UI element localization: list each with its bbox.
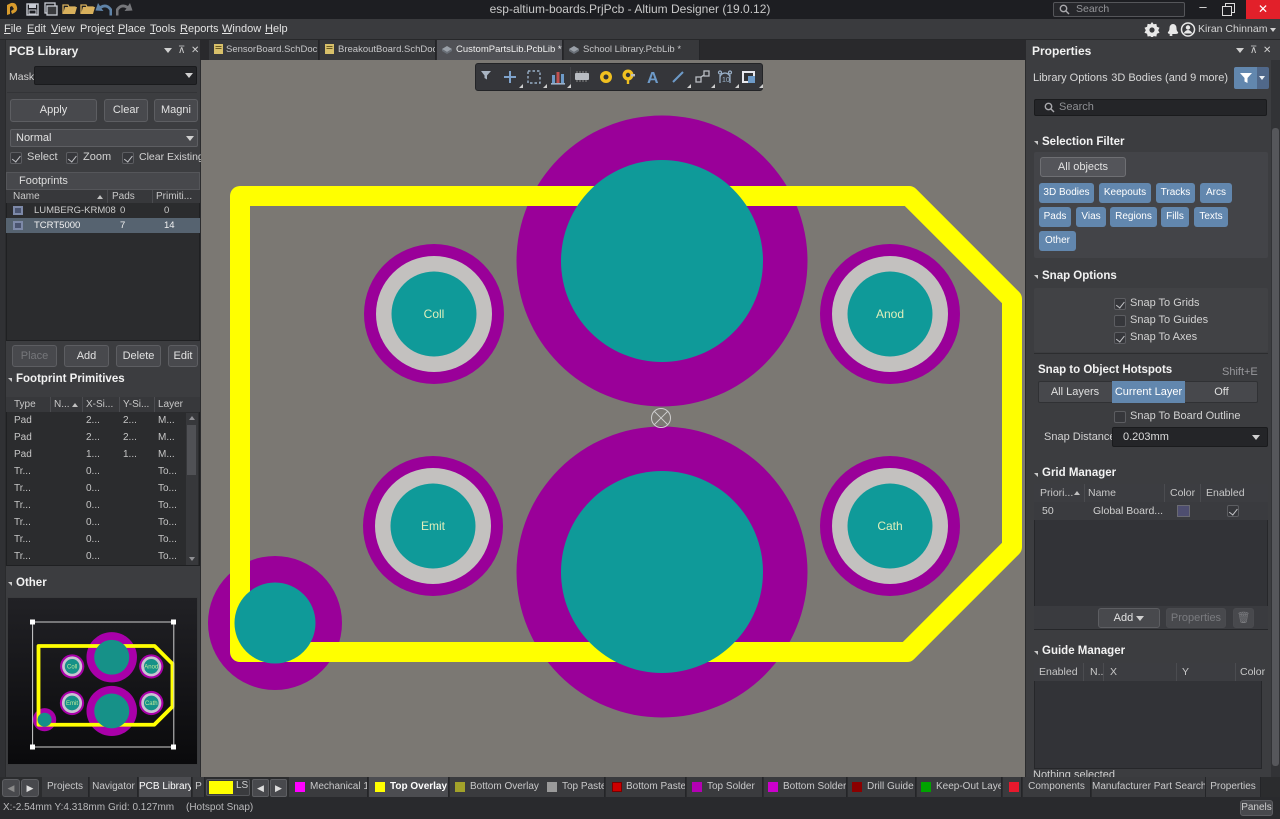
svg-text:Cath: Cath bbox=[877, 519, 902, 533]
svg-text:A: A bbox=[647, 70, 659, 87]
svg-text:Anod: Anod bbox=[876, 307, 904, 321]
svg-text:Cath: Cath bbox=[145, 701, 158, 707]
svg-text:Emit: Emit bbox=[421, 519, 446, 533]
svg-text:Coll: Coll bbox=[67, 665, 77, 671]
svg-text:Emit: Emit bbox=[66, 701, 78, 707]
svg-text:Coll: Coll bbox=[424, 307, 445, 321]
svg-text:Anod: Anod bbox=[144, 665, 158, 671]
svg-text:10: 10 bbox=[722, 77, 730, 84]
